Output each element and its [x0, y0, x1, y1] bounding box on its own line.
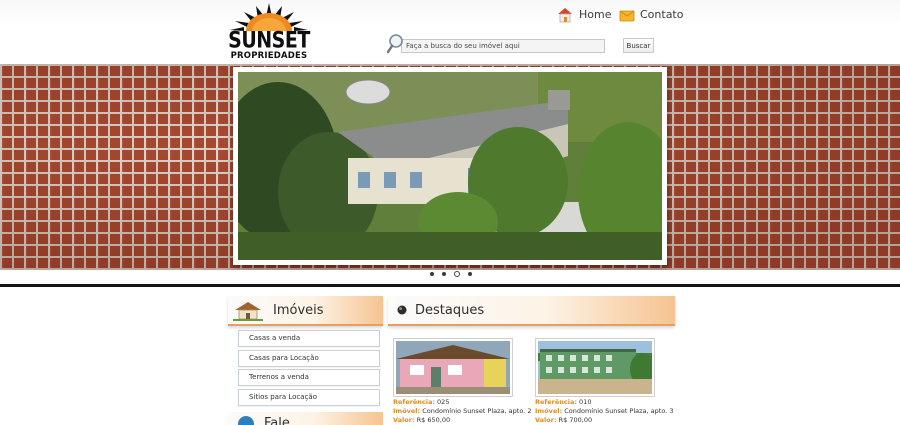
valor-label: Valor: — [535, 416, 557, 424]
magnifier-icon — [387, 34, 403, 54]
property-photo-025 — [396, 341, 510, 394]
valor-label: Valor: — [393, 416, 415, 424]
property-thumbnail[interactable] — [535, 338, 655, 397]
sunset-logo[interactable]: SUNSET PROPRIEDADES — [226, 1, 312, 62]
destaque-card: Referência: 010 Imóvel: Condomínio Sunse… — [535, 338, 673, 425]
imovel-value: Condomínio Sunset Plaza, apto. 2 — [422, 407, 532, 415]
contact-icon — [238, 416, 254, 425]
imovel-label: Imóvel: — [535, 407, 563, 415]
destaques-header: Destaques — [388, 296, 675, 326]
slide-dot[interactable] — [442, 272, 446, 276]
destaques-title: Destaques — [415, 302, 485, 318]
slide-dot[interactable] — [468, 272, 472, 276]
nav-home-link[interactable]: Home — [556, 4, 611, 24]
menu-item-casas-locacao[interactable]: Casas para Locação — [238, 349, 380, 367]
imovel-value: Condomínio Sunset Plaza, apto. 3 — [564, 407, 674, 415]
valor-value: R$ 650,00 — [416, 416, 451, 424]
mail-icon — [619, 10, 635, 21]
logo-wordmark: SUNSET — [228, 28, 310, 54]
ref-value: 010 — [579, 398, 592, 406]
fale-header: Fale — [228, 412, 383, 425]
imoveis-menu: Casas a venda Casas para Locação Terreno… — [238, 330, 380, 408]
site-header: SUNSET PROPRIEDADES Home Contato Buscar — [0, 0, 900, 64]
fale-title: Fale — [264, 416, 290, 425]
logo-subtitle: PROPRIEDADES — [230, 51, 308, 61]
nav-home-label: Home — [579, 7, 612, 21]
slideshow-pager — [430, 271, 472, 277]
imoveis-header: Imóveis — [228, 296, 383, 326]
banner-divider — [0, 284, 900, 287]
property-photo-010 — [538, 341, 652, 394]
ref-label: Referência: — [535, 398, 577, 406]
slide-dot[interactable] — [430, 272, 434, 276]
slideshow-frame[interactable] — [233, 67, 667, 265]
imoveis-title: Imóveis — [273, 302, 324, 318]
property-info: Referência: 010 Imóvel: Condomínio Sunse… — [535, 398, 673, 425]
bullet-icon — [397, 305, 407, 315]
house-photo-image — [238, 72, 662, 260]
house-icon — [233, 302, 263, 321]
home-icon — [558, 7, 572, 22]
menu-item-terrenos-venda[interactable]: Terrenos a venda — [238, 369, 380, 386]
imovel-label: Imóvel: — [393, 407, 421, 415]
search-input[interactable] — [401, 39, 605, 53]
nav-contato-label: Contato — [640, 7, 684, 21]
menu-item-sitios-locacao[interactable]: Sitios para Locação — [238, 388, 380, 406]
slide-dot-active[interactable] — [454, 271, 460, 277]
ref-label: Referência: — [393, 398, 435, 406]
valor-value: R$ 700,00 — [558, 416, 593, 424]
property-info: Referência: 025 Imóvel: Condomínio Sunse… — [393, 398, 531, 425]
house-photo — [238, 72, 662, 260]
menu-item-casas-venda[interactable]: Casas a venda — [238, 330, 380, 347]
property-thumbnail[interactable] — [393, 338, 513, 397]
ref-value: 025 — [437, 398, 450, 406]
nav-contato-link[interactable]: Contato — [619, 4, 683, 24]
destaque-card: Referência: 025 Imóvel: Condomínio Sunse… — [393, 338, 531, 425]
search-button[interactable]: Buscar — [623, 38, 654, 53]
